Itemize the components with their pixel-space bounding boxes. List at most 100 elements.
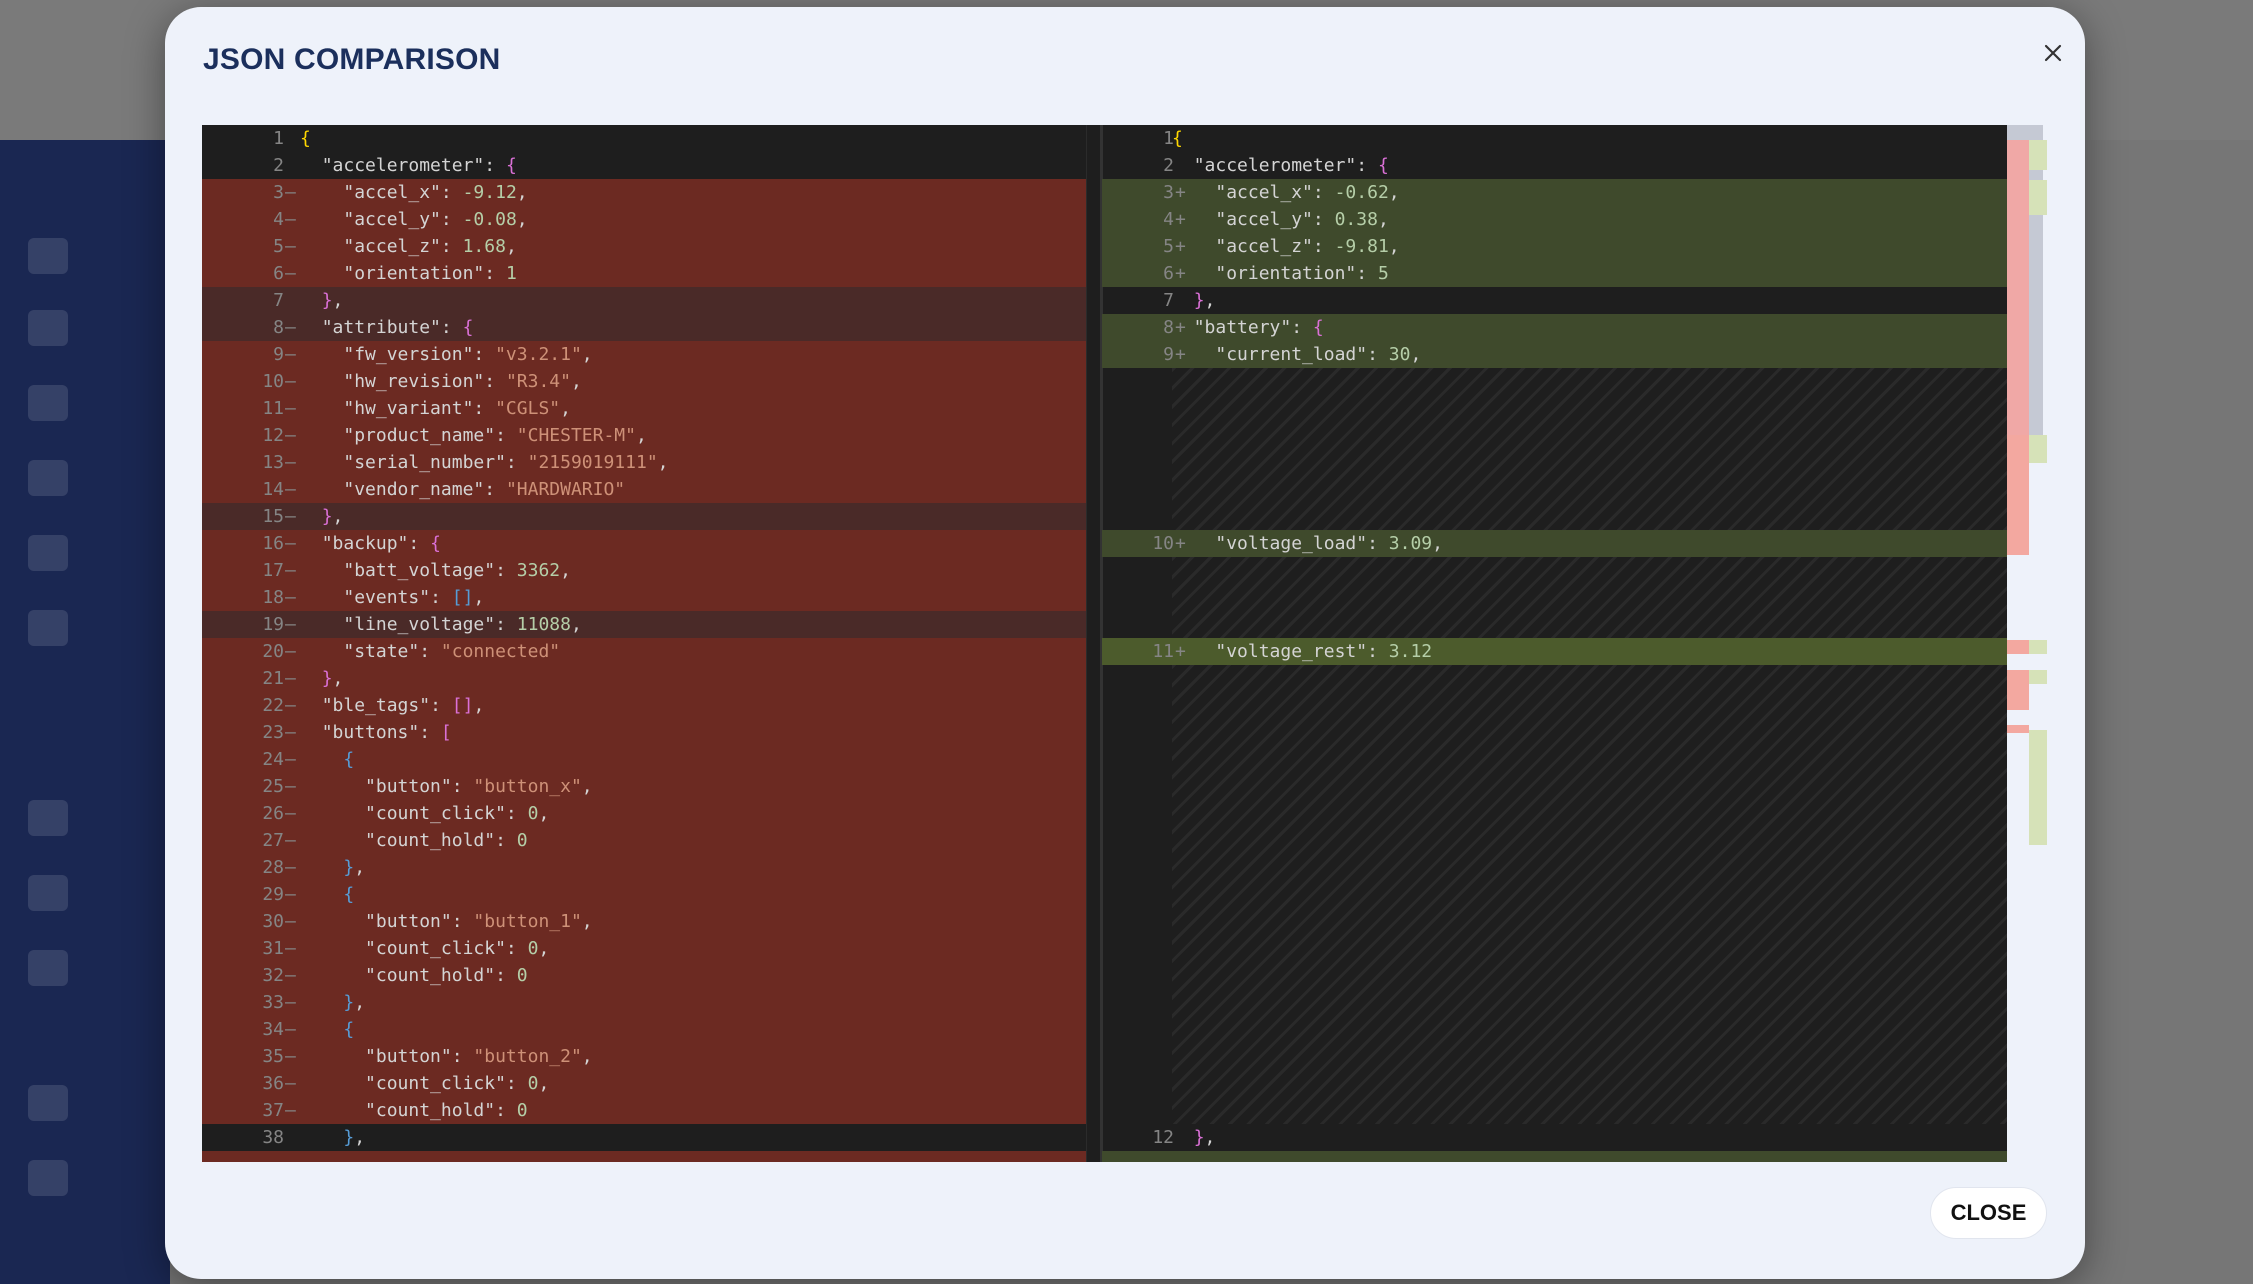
left-line[interactable]: 38 }, (202, 1124, 1102, 1151)
right-line[interactable]: 3 + "accel_x": -0.62, (1102, 179, 2007, 206)
app-sidebar-backdrop (0, 140, 170, 1284)
code-text: "accel_x": -0.62, (1172, 179, 2007, 206)
line-number: 18 (262, 587, 284, 608)
left-line[interactable]: 12— "product_name": "CHESTER-M", (202, 422, 1102, 449)
code-text: }, (300, 854, 1102, 881)
left-line[interactable]: 35— "button": "button_2", (202, 1043, 1102, 1070)
right-line[interactable] (1102, 1151, 2007, 1162)
left-line[interactable]: 28— }, (202, 854, 1102, 881)
left-line[interactable]: 32— "count_hold": 0 (202, 962, 1102, 989)
right-line[interactable]: 9 + "current_load": 30, (1102, 341, 2007, 368)
code-token: : (440, 236, 463, 257)
left-line[interactable]: 29— { (202, 881, 1102, 908)
left-line[interactable]: 4— "accel_y": -0.08, (202, 206, 1102, 233)
code-text: "buttons": [ (300, 719, 1102, 746)
close-button[interactable]: CLOSE (1930, 1187, 2047, 1239)
right-line[interactable]: 7 }, (1102, 287, 2007, 314)
code-token: , (354, 992, 366, 1013)
code-token: [] (451, 695, 474, 716)
left-line[interactable]: 11— "hw_variant": "CGLS", (202, 395, 1102, 422)
left-line[interactable]: 22— "ble_tags": [], (202, 692, 1102, 719)
left-line[interactable]: 19— "line_voltage": 11088, (202, 611, 1102, 638)
left-line[interactable]: 8— "attribute": { (202, 314, 1102, 341)
close-icon[interactable] (2035, 35, 2071, 71)
left-line[interactable]: 13— "serial_number": "2159019111", (202, 449, 1102, 476)
left-line[interactable]: 1{ (202, 125, 1102, 152)
diff-overview-ruler[interactable] (2007, 125, 2048, 1162)
right-line[interactable]: 4 + "accel_y": 0.38, (1102, 206, 2007, 233)
code-token: : (495, 560, 517, 581)
line-number: 31 (262, 938, 284, 959)
line-number: 24 (262, 749, 284, 770)
right-line[interactable]: 8 + "battery": { (1102, 314, 2007, 341)
left-line[interactable]: 7 }, (202, 287, 1102, 314)
code-token: "connected" (440, 641, 561, 662)
code-token: "accelerometer" (321, 155, 485, 176)
code-token: : (440, 209, 463, 230)
right-line[interactable]: 12 }, (1102, 1124, 2007, 1151)
left-line[interactable]: 10— "hw_revision": "R3.4", (202, 368, 1102, 395)
right-line[interactable]: 2 "accelerometer": { (1102, 152, 2007, 179)
left-line[interactable]: 16— "backup": { (202, 530, 1102, 557)
code-token: "R3.4" (505, 371, 571, 392)
left-line[interactable]: 33— }, (202, 989, 1102, 1016)
code-token: : (495, 965, 517, 986)
left-line[interactable]: 34— { (202, 1016, 1102, 1043)
dialog-title: JSON COMPARISON (203, 43, 501, 76)
left-line[interactable]: 24— { (202, 746, 1102, 773)
line-number: 19 (262, 614, 284, 635)
left-line[interactable]: 26— "count_click": 0, (202, 800, 1102, 827)
left-line[interactable]: 3— "accel_x": -9.12, (202, 179, 1102, 206)
code-token: 3.09 (1388, 533, 1433, 554)
modified-pane[interactable]: 1{2 "accelerometer": {3 + "accel_x": -0.6… (1102, 125, 2007, 1162)
left-line[interactable]: 36— "count_click": 0, (202, 1070, 1102, 1097)
right-line[interactable]: 5 + "accel_z": -9.81, (1102, 233, 2007, 260)
code-text: }, (1172, 1124, 2007, 1151)
code-text: "accelerometer": { (1172, 152, 2007, 179)
code-text: }, (1172, 287, 2007, 314)
code-token: "accel_y" (1215, 209, 1313, 230)
diff-editor[interactable]: 1{2 "accelerometer": {3— "accel_x": -9.1… (202, 125, 2048, 1162)
line-number: 23 (262, 722, 284, 743)
left-line[interactable]: 5— "accel_z": 1.68, (202, 233, 1102, 260)
right-line[interactable]: 6 + "orientation": 5 (1102, 260, 2007, 287)
right-line[interactable]: 11 + "voltage_rest": 3.12 (1102, 638, 2007, 665)
code-text: "attribute": { (300, 314, 1102, 341)
right-line[interactable]: 10 + "voltage_load": 3.09, (1102, 530, 2007, 557)
code-text: "count_click": 0, (300, 935, 1102, 962)
left-line[interactable]: 37— "count_hold": 0 (202, 1097, 1102, 1124)
left-line[interactable]: 15— }, (202, 503, 1102, 530)
delete-marker: — (285, 965, 296, 986)
left-line[interactable]: 23— "buttons": [ (202, 719, 1102, 746)
left-line[interactable] (202, 1151, 1102, 1162)
left-line[interactable]: 31— "count_click": 0, (202, 935, 1102, 962)
left-line[interactable]: 30— "button": "button_1", (202, 908, 1102, 935)
code-token: : (430, 587, 452, 608)
left-line[interactable]: 6— "orientation": 1 (202, 260, 1102, 287)
left-line[interactable]: 9— "fw_version": "v3.2.1", (202, 341, 1102, 368)
code-text: "count_hold": 0 (300, 827, 1102, 854)
left-line[interactable]: 17— "batt_voltage": 3362, (202, 557, 1102, 584)
left-line[interactable]: 27— "count_hold": 0 (202, 827, 1102, 854)
left-line[interactable]: 2 "accelerometer": { (202, 152, 1102, 179)
code-token: } (343, 1127, 355, 1148)
left-line[interactable]: 14— "vendor_name": "HARDWARIO" (202, 476, 1102, 503)
delete-marker: — (285, 938, 296, 959)
left-line[interactable]: 25— "button": "button_x", (202, 773, 1102, 800)
code-token: , (332, 668, 344, 689)
right-line[interactable]: 1{ (1102, 125, 2007, 152)
left-line[interactable]: 20— "state": "connected" (202, 638, 1102, 665)
code-token: { (343, 1019, 355, 1040)
left-line[interactable]: 18— "events": [], (202, 584, 1102, 611)
original-pane[interactable]: 1{2 "accelerometer": {3— "accel_x": -9.1… (202, 125, 1102, 1162)
code-token: : (495, 830, 517, 851)
left-line[interactable]: 21— }, (202, 665, 1102, 692)
code-token: , (1432, 533, 1443, 554)
line-number: 25 (262, 776, 284, 797)
